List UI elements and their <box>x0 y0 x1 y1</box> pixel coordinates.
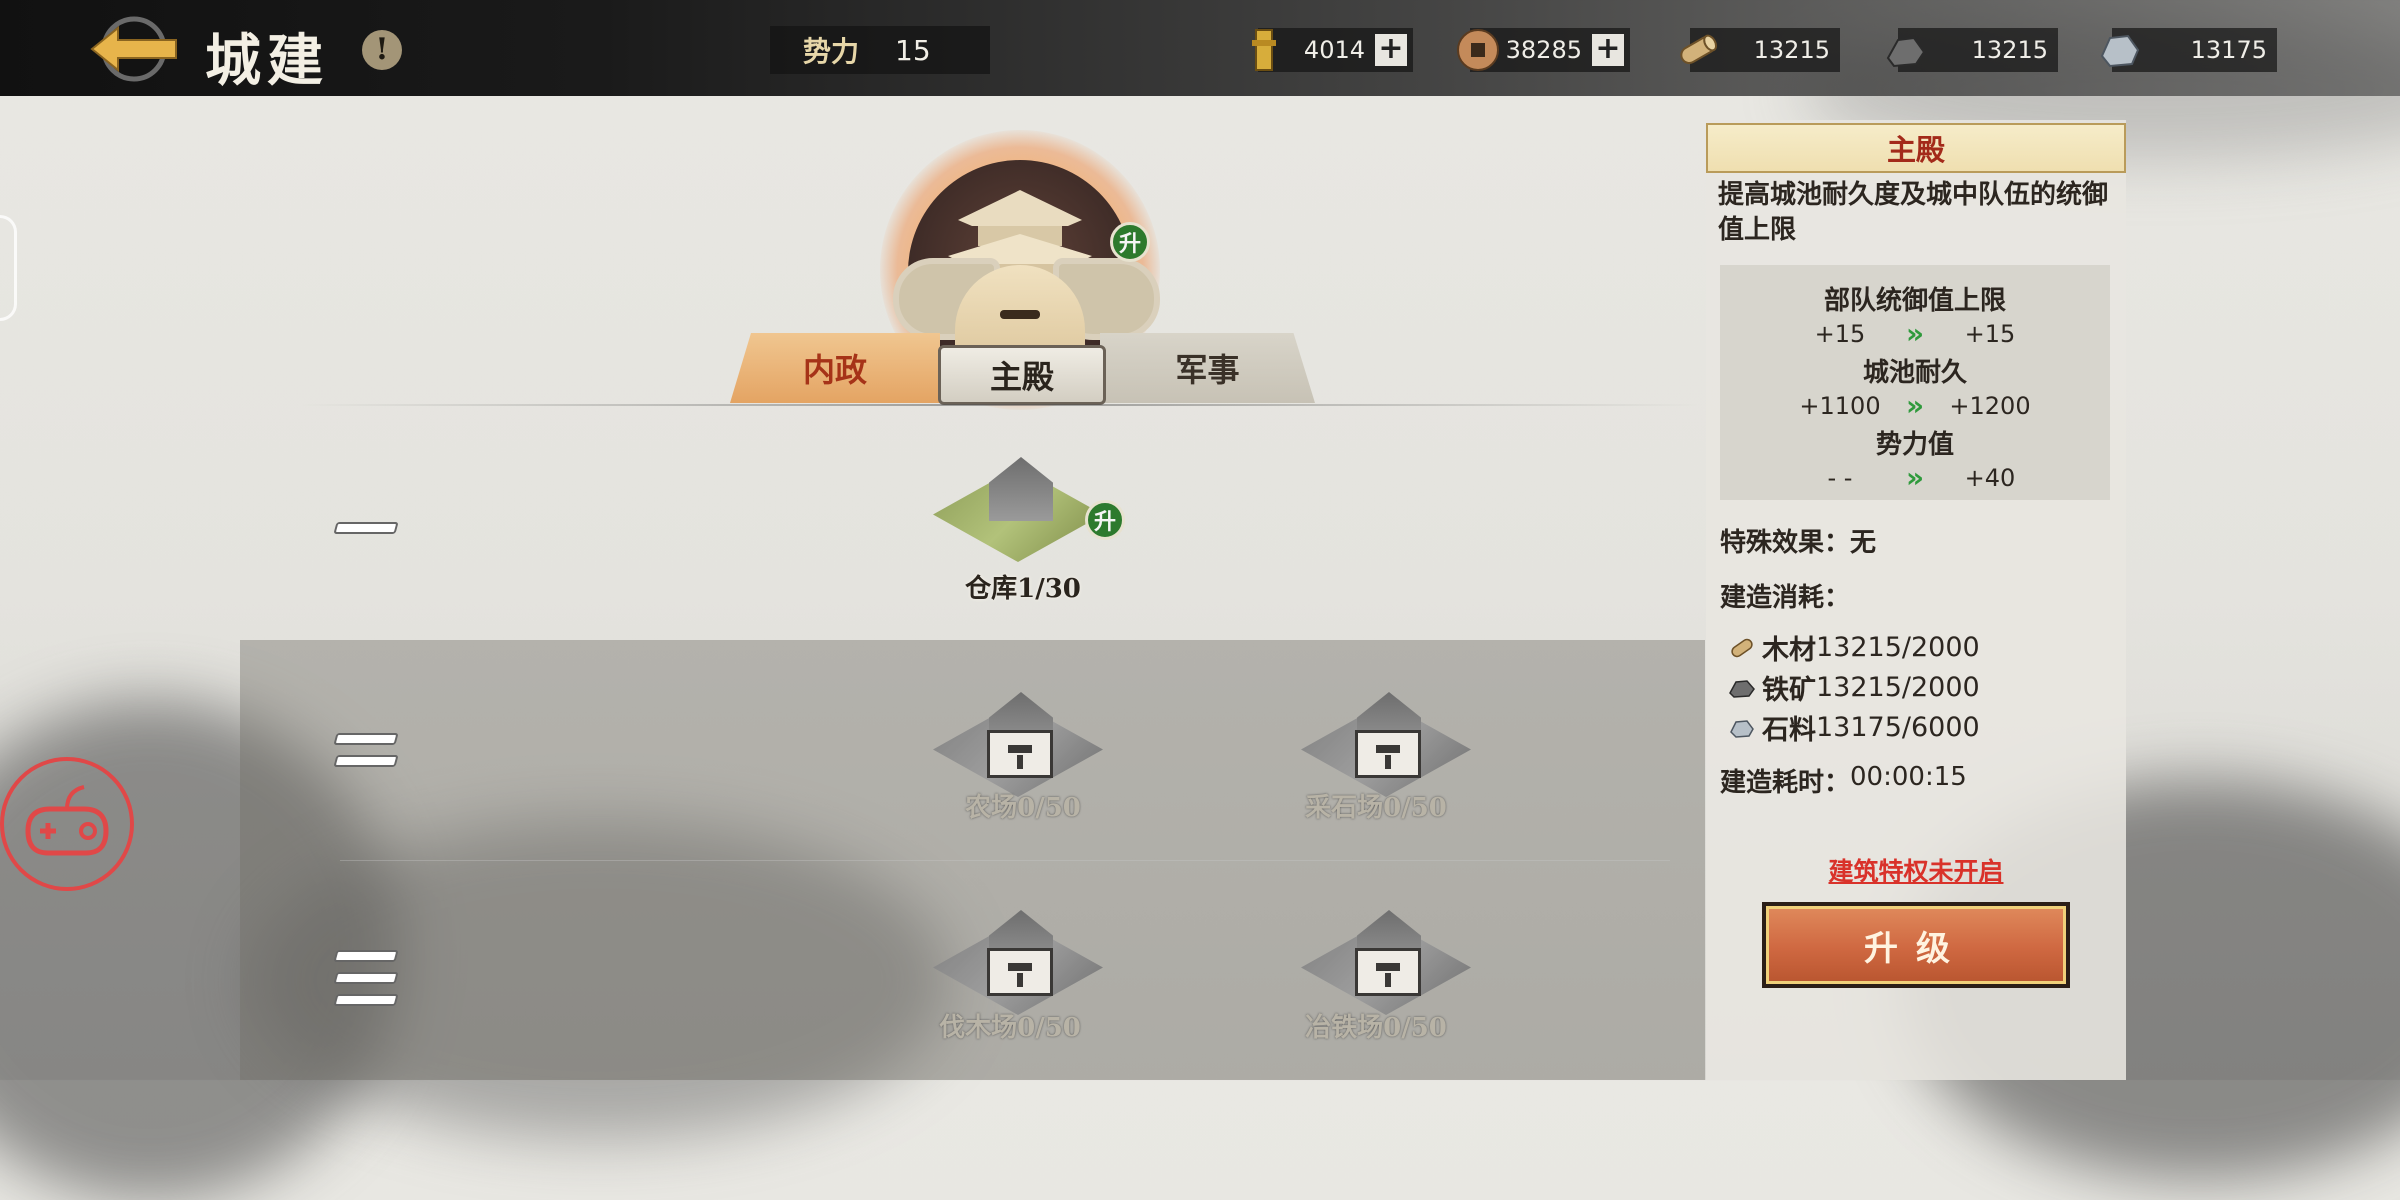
stat-current: +15 <box>1814 319 1866 348</box>
farm-building[interactable] <box>925 690 1115 800</box>
info-icon[interactable]: ! <box>362 30 402 70</box>
palace-upgrade-badge: 升 <box>1110 222 1150 262</box>
building-description: 提高城池耐久度及城中队伍的统御值上限 <box>1718 180 2109 245</box>
build-time-value: 00:00:15 <box>1850 762 1967 792</box>
smelter-label: 冶铁场0/50 <box>1305 1013 1447 1043</box>
gamepad-icon <box>25 785 109 856</box>
stone-icon <box>2098 28 2140 72</box>
cost-amount: 13215/2000 <box>1816 672 1980 703</box>
double-chevron-icon: » <box>1905 389 1925 422</box>
stat-next: +15 <box>1964 319 2016 348</box>
power-value: 15 <box>895 33 931 67</box>
cost-amount: 13175/6000 <box>1816 712 1980 743</box>
gamepad-overlay-button[interactable] <box>0 757 134 891</box>
add-coin-button[interactable]: + <box>1592 34 1624 66</box>
back-button[interactable] <box>88 16 182 82</box>
stat-city-durability: 城池耐久 +1100 » +1200 <box>1720 352 2110 422</box>
cost-name: 铁矿 <box>1762 675 1816 706</box>
side-drawer-handle[interactable] <box>0 215 17 321</box>
tab-military[interactable]: 军事 <box>1100 333 1315 403</box>
special-effect: 特殊效果：无 <box>1720 528 1877 558</box>
double-chevron-icon: » <box>1905 317 1925 350</box>
lock-icon <box>987 948 1053 996</box>
building-privilege-link[interactable]: 建筑特权未开启 <box>1706 852 2126 888</box>
resource-coin: 38285 + <box>1457 28 1630 72</box>
resource-stone: 13175 <box>2100 28 2277 72</box>
resource-token-value: 4014 <box>1303 36 1365 64</box>
resource-token: 4014 + <box>1252 28 1413 72</box>
stat-current: - - <box>1827 463 1853 492</box>
back-arrow-icon <box>90 16 177 82</box>
palace-level-one-mark <box>1000 310 1040 319</box>
stat-next: +40 <box>1964 463 2016 492</box>
quarry-label: 采石场0/50 <box>1305 793 1447 823</box>
stat-label: 部队统御值上限 <box>1823 286 2006 316</box>
resource-wood-value: 13215 <box>1753 36 1830 64</box>
quarry-building[interactable] <box>1293 690 1483 800</box>
page-title: 城建 <box>205 28 329 94</box>
stat-next: +1200 <box>1949 391 2031 420</box>
add-token-button[interactable]: + <box>1375 34 1407 66</box>
row-marker-3 <box>333 950 399 1016</box>
build-time-label: 建造耗时： <box>1720 768 1851 798</box>
wood-icon <box>1731 638 1753 657</box>
iron-icon <box>1729 679 1755 698</box>
cost-amount: 13215/2000 <box>1816 632 1980 663</box>
resource-coin-value: 38285 <box>1505 36 1582 64</box>
stat-label: 势力值 <box>1875 430 1954 460</box>
warehouse-label: 仓库1/30 <box>965 574 1081 604</box>
cost-stone: 石料 13175/6000 <box>1728 708 1980 747</box>
row-marker-2 <box>333 733 399 777</box>
panel-title: 主殿 <box>1706 123 2126 173</box>
cost-wood: 木材 13215/2000 <box>1728 628 1980 667</box>
tab-main-palace[interactable]: 主殿 <box>938 345 1106 405</box>
token-icon <box>1244 28 1284 72</box>
row-divider <box>340 860 1670 861</box>
stat-troop-command: 部队统御值上限 +15 » +15 <box>1720 280 2110 350</box>
double-chevron-icon: » <box>1905 461 1925 494</box>
resource-wood: 13215 <box>1680 28 1840 72</box>
cost-title: 建造消耗： <box>1720 583 1851 613</box>
smelter-building[interactable] <box>1293 908 1483 1018</box>
stat-current: +1100 <box>1799 391 1881 420</box>
row-marker-1 <box>333 522 399 544</box>
coin-icon <box>1456 28 1499 72</box>
resource-stone-value: 13175 <box>2190 36 2267 64</box>
cost-name: 木材 <box>1762 635 1816 666</box>
resource-iron-value: 13215 <box>1971 36 2048 64</box>
stone-icon <box>1730 719 1754 738</box>
lock-icon <box>1355 948 1421 996</box>
warehouse-roof <box>989 457 1053 521</box>
wood-icon <box>1676 28 1718 72</box>
stat-power-value: 势力值 - - » +40 <box>1720 424 2110 494</box>
build-time: 建造耗时： 00:00:15 <box>1720 762 1967 799</box>
tab-internal-affairs[interactable]: 内政 <box>730 333 940 403</box>
lumber-mill-label: 伐木场0/50 <box>939 1013 1081 1043</box>
stat-label: 城池耐久 <box>1862 358 1967 388</box>
tab-divider <box>300 404 1700 406</box>
lumber-mill-building[interactable] <box>925 908 1115 1018</box>
cost-name: 石料 <box>1762 715 1816 746</box>
power-label: 势力 <box>803 35 860 68</box>
lock-icon <box>987 730 1053 778</box>
farm-label: 农场0/50 <box>965 793 1081 823</box>
power-display: 势力 15 <box>770 26 990 74</box>
upgrade-button[interactable]: 升级 <box>1762 902 2070 988</box>
warehouse-upgrade-badge: 升 <box>1085 500 1125 540</box>
iron-icon <box>1884 28 1926 72</box>
resource-iron: 13215 <box>1886 28 2058 72</box>
lock-icon <box>1355 730 1421 778</box>
cost-iron: 铁矿 13215/2000 <box>1728 668 1980 707</box>
